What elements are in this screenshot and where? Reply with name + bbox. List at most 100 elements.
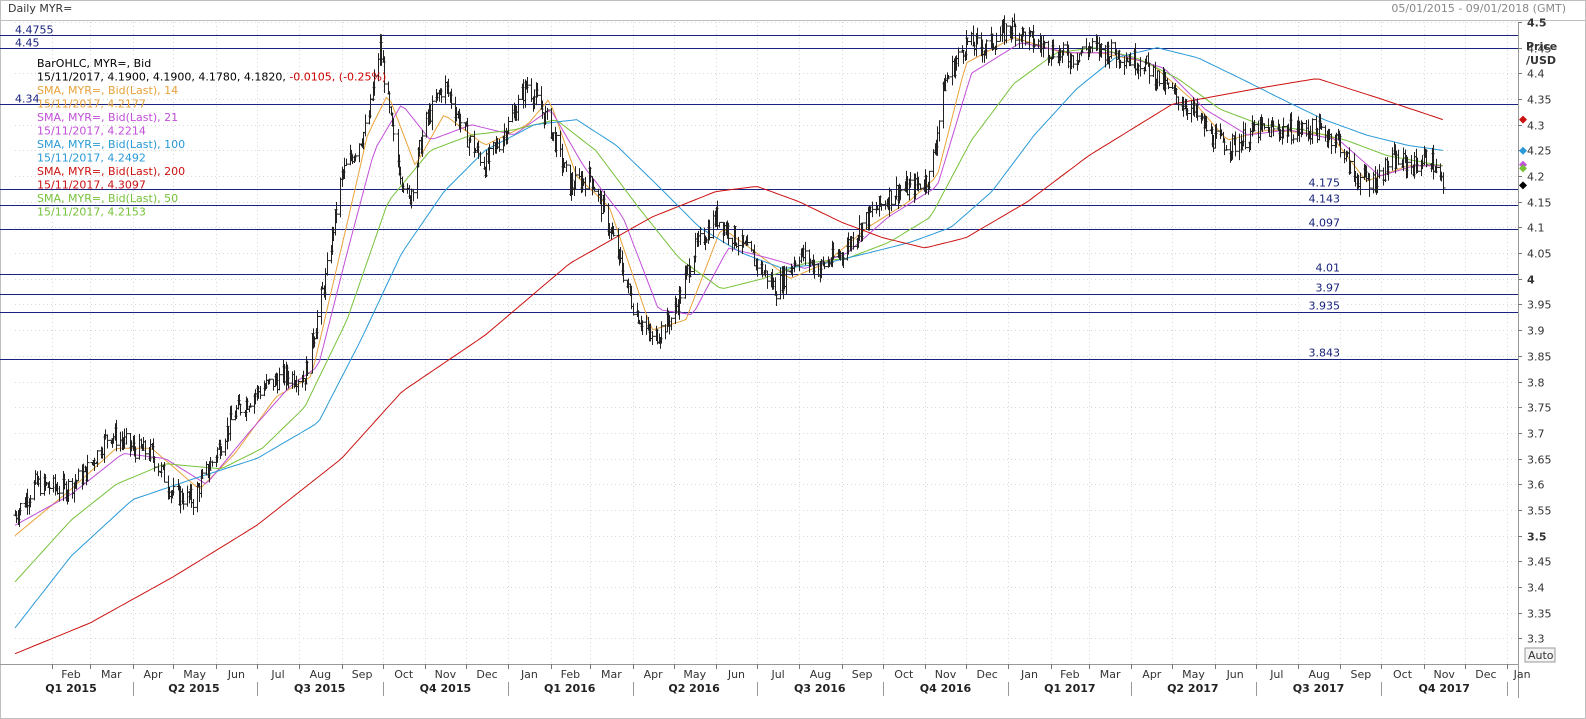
- ohlc-bar: [33, 470, 38, 485]
- y-tick-label: 4.1: [1527, 222, 1545, 235]
- legend-entry: 15/11/2017, 4.1900, 4.1900, 4.1780, 4.18…: [37, 71, 386, 84]
- legend-change: -0.0105, (-0.25%): [289, 71, 386, 84]
- ohlc-bar: [894, 176, 899, 200]
- ohlc-bar: [870, 201, 875, 218]
- ohlc-bar: [1077, 53, 1082, 63]
- ohlc-bar: [1409, 154, 1414, 175]
- ohlc-bar: [156, 463, 161, 477]
- ohlc-bar: [264, 373, 269, 389]
- level-label: 4.4755: [15, 24, 54, 37]
- level-label: 4.01: [1316, 262, 1341, 275]
- level-label: 3.935: [1309, 300, 1341, 313]
- y-tick-label: 3.65: [1527, 454, 1552, 467]
- x-quarter-label: Q2 2016: [668, 682, 720, 695]
- ohlc-bar: [650, 331, 655, 345]
- x-quarter-label: Q4 2015: [420, 682, 471, 695]
- x-month-label: Nov: [1433, 668, 1455, 681]
- x-month-label: Jan: [520, 668, 538, 681]
- ohlc-bar: [599, 190, 604, 222]
- y-tick-label: 4.3: [1527, 120, 1545, 133]
- ohlc-bar: [204, 461, 209, 476]
- legend-entry: SMA, MYR=, Bid(Last), 21: [37, 111, 178, 124]
- chart-window: Daily MYR= 05/01/2015 - 09/01/2018 (GMT)…: [0, 0, 1586, 719]
- ohlc-bar: [271, 378, 276, 391]
- ohlc-bar: [210, 460, 215, 467]
- auto-scale-button[interactable]: Auto: [1524, 647, 1556, 663]
- y-tick-label: 3.55: [1527, 505, 1552, 518]
- sma-line: [14, 78, 1443, 655]
- x-month-label: Aug: [310, 668, 331, 681]
- x-quarter-label: Q3 2017: [1293, 682, 1344, 695]
- ohlc-bar: [736, 236, 741, 256]
- legend-entry: 15/11/2017, 4.2153: [37, 206, 146, 219]
- ohlc-bar: [1090, 37, 1095, 53]
- x-month-label: May: [1182, 668, 1205, 681]
- x-quarter-label: Q1 2017: [1044, 682, 1095, 695]
- x-month-label: Jun: [227, 668, 245, 681]
- x-month-label: Apr: [143, 668, 163, 681]
- y-tick-label: 3.45: [1527, 556, 1552, 569]
- x-quarter-label: Q1 2015: [45, 682, 96, 695]
- ohlc-bar: [1377, 164, 1382, 179]
- level-label: 3.843: [1309, 347, 1341, 360]
- ohlc-bar: [1323, 125, 1328, 142]
- legend: BarOHLC, MYR=, Bid15/11/2017, 4.1900, 4.…: [37, 57, 386, 219]
- ohlc-bar: [124, 427, 129, 445]
- legend-entry: 15/11/2017, 4.2214: [37, 125, 146, 138]
- x-month-label: Feb: [1060, 668, 1079, 681]
- legend-entry: 15/11/2017, 4.3097: [37, 179, 146, 192]
- ohlc-bar: [325, 252, 330, 276]
- ohlc-bar: [927, 170, 932, 191]
- legend-entry: SMA, MYR=, Bid(Last), 50: [37, 192, 178, 205]
- x-month-label: Aug: [810, 668, 831, 681]
- price-chart[interactable]: 4.47554.454.344.1754.1434.0974.013.973.9…: [0, 0, 1586, 719]
- level-label: 3.97: [1316, 282, 1341, 295]
- sma-line: [14, 47, 1443, 629]
- ohlc-bar: [344, 158, 349, 167]
- sma-line: [14, 42, 1443, 526]
- ohlc-bar: [411, 188, 416, 202]
- ohlc-bar: [319, 286, 324, 325]
- level-label: 4.143: [1309, 193, 1341, 206]
- legend-entry: SMA, MYR=, Bid(Last), 14: [37, 84, 178, 97]
- ohlc-bar: [338, 177, 343, 218]
- x-quarter-label: Q4 2016: [920, 682, 972, 695]
- x-axis: Feb Mar Apr May Jun Jul Aug Sep Oct Nov Dec Jan Feb M…: [45, 664, 1531, 696]
- x-month-label: Aug: [1308, 668, 1329, 681]
- y-tick-label: 3.3: [1527, 633, 1545, 646]
- y-axis-unit: /USD: [1526, 54, 1556, 67]
- level-label: 4.097: [1309, 217, 1341, 230]
- sma-line: [14, 47, 1443, 583]
- x-month-label: Sep: [1351, 668, 1372, 681]
- x-quarter-label: Q2 2017: [1167, 682, 1218, 695]
- ohlc-bar: [491, 141, 496, 156]
- x-month-label: Dec: [977, 668, 998, 681]
- ohlc-bar: [443, 75, 448, 104]
- x-month-label: May: [183, 668, 206, 681]
- legend-entry: BarOHLC, MYR=, Bid: [37, 57, 151, 70]
- x-quarter-label: Q4 2017: [1418, 682, 1469, 695]
- ohlc-bar: [998, 26, 1003, 42]
- x-month-label: Sep: [852, 668, 873, 681]
- y-tick-label: 3.85: [1527, 351, 1552, 364]
- x-month-label: Jun: [727, 668, 745, 681]
- ohlc-bar: [564, 160, 569, 173]
- y-tick-label: 4.4: [1527, 68, 1545, 81]
- x-month-label: Mar: [101, 668, 122, 681]
- ohlc-bar: [1224, 144, 1229, 151]
- x-month-label: Feb: [561, 668, 580, 681]
- x-month-label: Oct: [394, 668, 414, 681]
- y-tick-label: 4.25: [1527, 145, 1552, 158]
- x-month-label: Dec: [476, 668, 497, 681]
- legend-entry: 15/11/2017, 4.2492: [37, 152, 146, 165]
- x-quarter-label: Q3 2016: [794, 682, 846, 695]
- y-tick-label: 3.7: [1527, 428, 1545, 441]
- x-month-label: Jan: [1020, 668, 1038, 681]
- last-value-marker: [1519, 146, 1527, 155]
- x-month-label: Jan: [1513, 668, 1531, 681]
- ohlc-bar: [717, 221, 722, 228]
- y-tick-label: 3.6: [1527, 479, 1545, 492]
- ohlc-bar: [803, 241, 808, 266]
- ohlc-bar: [631, 303, 636, 316]
- y-tick-label: 3.35: [1527, 608, 1552, 621]
